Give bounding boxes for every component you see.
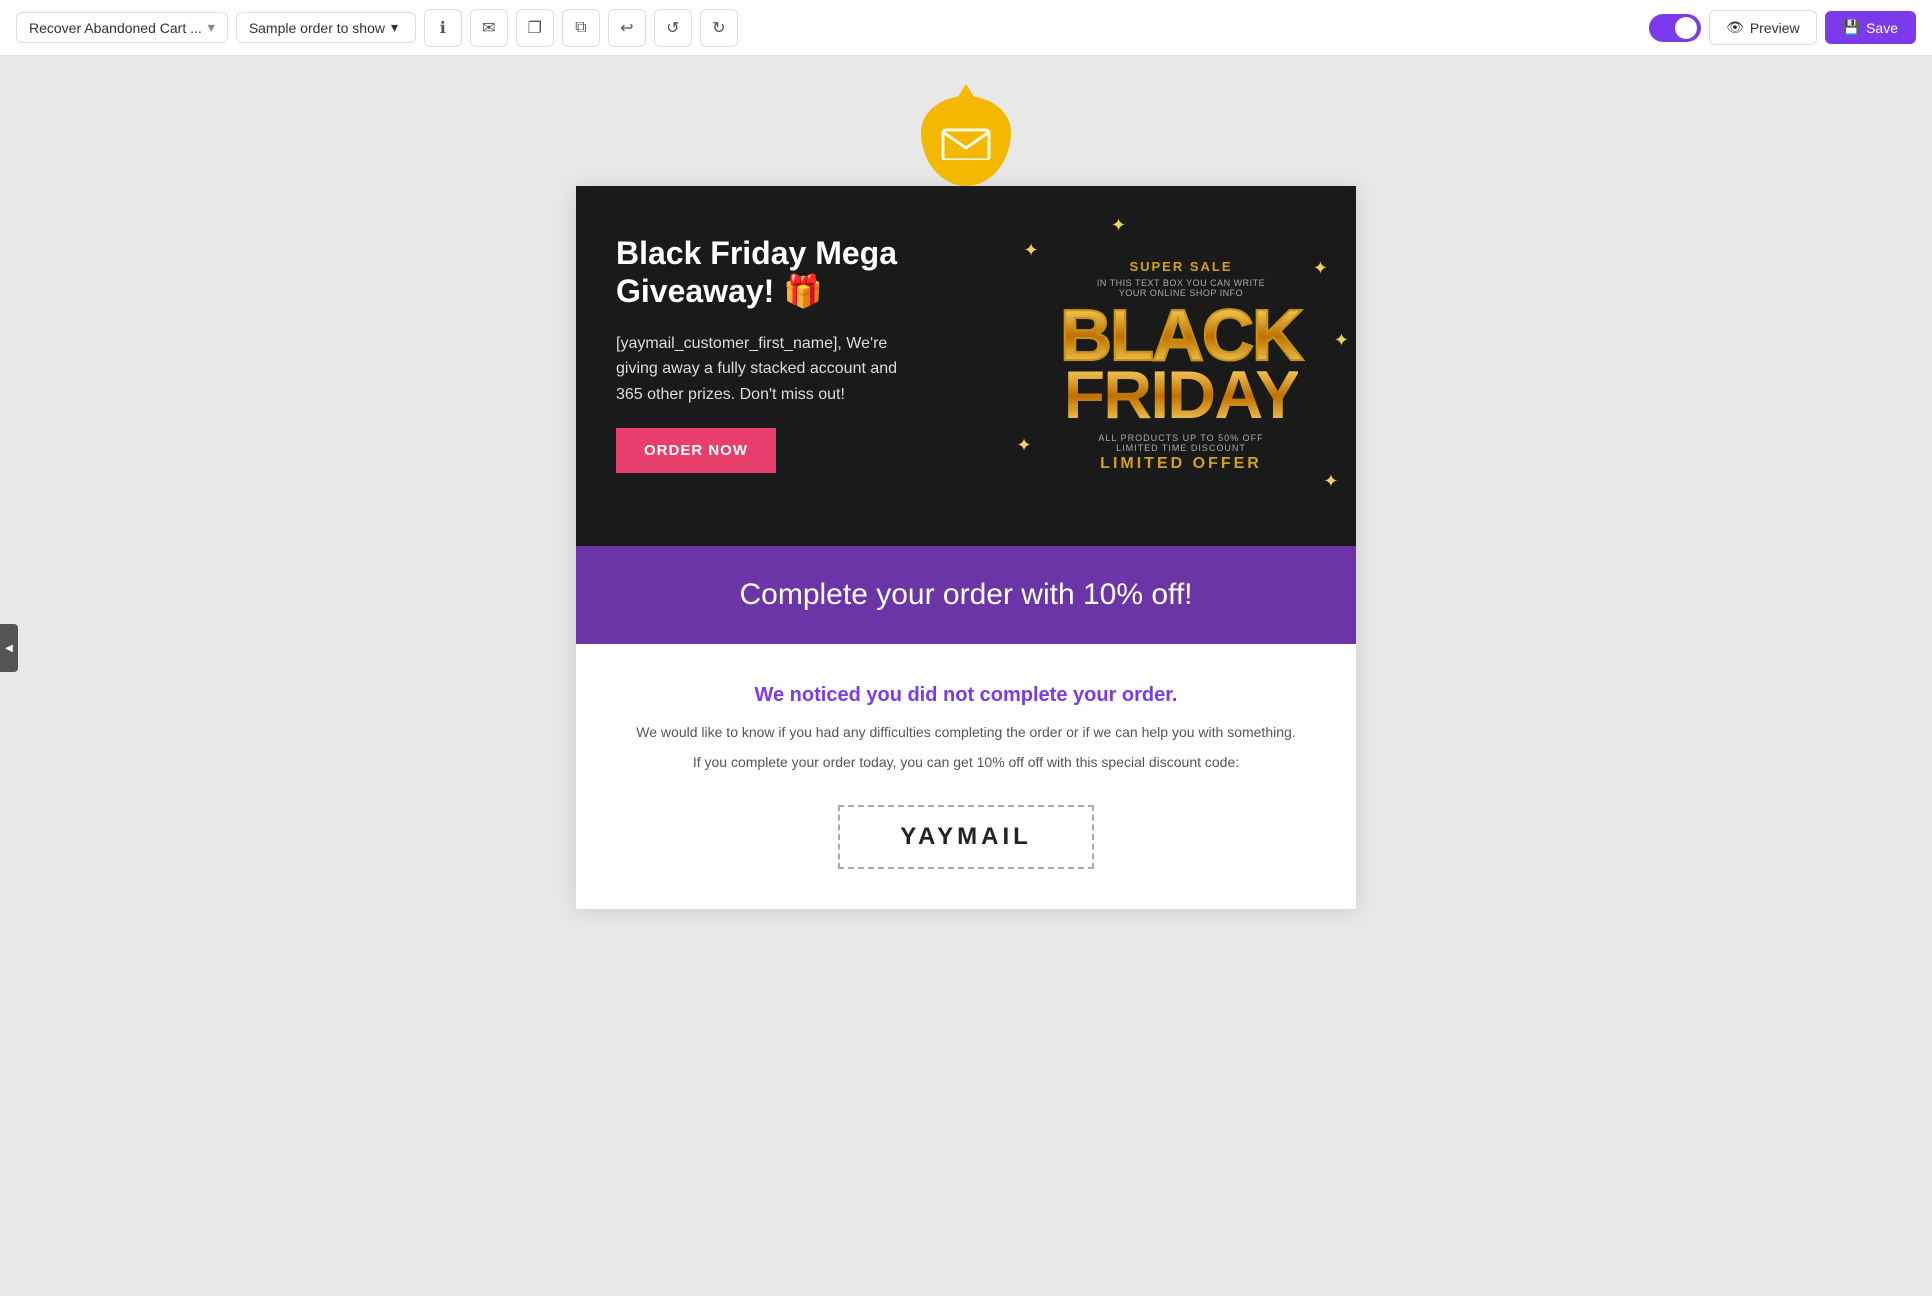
toolbar: Recover Abandoned Cart ... ▾ Sample orde… — [0, 0, 1932, 56]
redo-icon-1: ↺ — [666, 18, 679, 38]
hero-section: Black Friday Mega Giveaway! 🎁 [yaymail_c… — [576, 186, 1356, 546]
coupon-box: YAYMAIL — [838, 805, 1094, 869]
sample-order-label: Sample order to show — [249, 20, 385, 36]
toggle-wrapper — [1649, 14, 1701, 42]
hero-right: ✦ ✦ ✦ ✦ ✦ ✦ SUPER SALE IN THIS TEXT BOX … — [1006, 186, 1356, 546]
bf-limited-offer: LIMITED OFFER — [1100, 455, 1262, 473]
save-label: Save — [1866, 20, 1898, 36]
file-button[interactable]: ❐ — [516, 9, 554, 47]
workflow-label: Recover Abandoned Cart ... — [29, 20, 202, 36]
logo-icon — [921, 96, 1011, 186]
content-section: We noticed you did not complete your ord… — [576, 644, 1356, 909]
active-toggle[interactable] — [1649, 14, 1701, 42]
hero-body: [yaymail_customer_first_name], We're giv… — [616, 331, 916, 408]
content-body-1: We would like to know if you had any dif… — [636, 721, 1296, 745]
preview-button[interactable]: 👁 Preview — [1709, 10, 1817, 45]
info-icon: ℹ — [440, 18, 446, 38]
sample-order-dropdown[interactable]: Sample order to show ▾ — [236, 12, 416, 43]
sidebar-handle[interactable]: ◀ — [0, 624, 18, 672]
redo-button-2[interactable]: ↻ — [700, 9, 738, 47]
sidebar-chevron-icon: ◀ — [5, 643, 13, 654]
logo-icon-wrap — [921, 96, 1011, 186]
sparkle-4: ✦ — [1017, 435, 1032, 456]
toggle-knob — [1675, 17, 1697, 39]
order-now-label: ORDER NOW — [644, 442, 748, 459]
hero-title: Black Friday Mega Giveaway! 🎁 — [616, 234, 966, 311]
bf-limited-top: ALL PRODUCTS UP TO 50% OFF LIMITED TIME … — [1098, 433, 1263, 453]
preview-icon: 👁 — [1726, 19, 1744, 36]
hero-left: Black Friday Mega Giveaway! 🎁 [yaymail_c… — [576, 186, 1006, 546]
purple-banner: Complete your order with 10% off! — [576, 546, 1356, 644]
sparkle-5: ✦ — [1323, 471, 1338, 492]
sparkle-2: ✦ — [1111, 215, 1126, 236]
email-icon: ✉ — [482, 18, 495, 38]
email-card: Black Friday Mega Giveaway! 🎁 [yaymail_c… — [576, 186, 1356, 909]
content-body-2: If you complete your order today, you ca… — [636, 751, 1296, 775]
file-icon: ❐ — [528, 18, 542, 38]
super-sale-sub: IN THIS TEXT BOX YOU CAN WRITE YOUR ONLI… — [1097, 278, 1265, 298]
sparkle-1: ✦ — [1024, 240, 1039, 261]
envelope-svg — [941, 122, 991, 160]
workflow-dropdown[interactable]: Recover Abandoned Cart ... ▾ — [16, 12, 228, 43]
workflow-chevron: ▾ — [208, 19, 215, 36]
undo-button[interactable]: ↩ — [608, 9, 646, 47]
undo-icon: ↩ — [620, 18, 633, 38]
copy-button[interactable]: ⧉ — [562, 9, 600, 47]
super-sale-label: SUPER SALE — [1129, 259, 1232, 274]
bf-visual: ✦ ✦ ✦ ✦ ✦ ✦ SUPER SALE IN THIS TEXT BOX … — [1006, 186, 1356, 546]
sparkle-6: ✦ — [1334, 330, 1349, 351]
banner-text: Complete your order with 10% off! — [616, 578, 1316, 612]
email-button[interactable]: ✉ — [470, 9, 508, 47]
canvas-area: Black Friday Mega Giveaway! 🎁 [yaymail_c… — [0, 56, 1932, 1296]
redo-icon-2: ↻ — [712, 18, 725, 38]
coupon-code: YAYMAIL — [900, 823, 1032, 850]
bf-main: BLACK FRIDAY — [1060, 306, 1302, 425]
order-now-button[interactable]: ORDER NOW — [616, 428, 776, 473]
info-button[interactable]: ℹ — [424, 9, 462, 47]
save-icon: 💾 — [1843, 19, 1860, 36]
save-button[interactable]: 💾 Save — [1825, 11, 1916, 44]
sparkle-3: ✦ — [1313, 258, 1328, 279]
sample-order-chevron: ▾ — [391, 19, 398, 36]
redo-button-1[interactable]: ↺ — [654, 9, 692, 47]
bf-friday-text: FRIDAY — [1064, 367, 1299, 425]
copy-icon: ⧉ — [575, 19, 586, 37]
preview-label: Preview — [1750, 20, 1800, 36]
content-headline: We noticed you did not complete your ord… — [636, 684, 1296, 707]
